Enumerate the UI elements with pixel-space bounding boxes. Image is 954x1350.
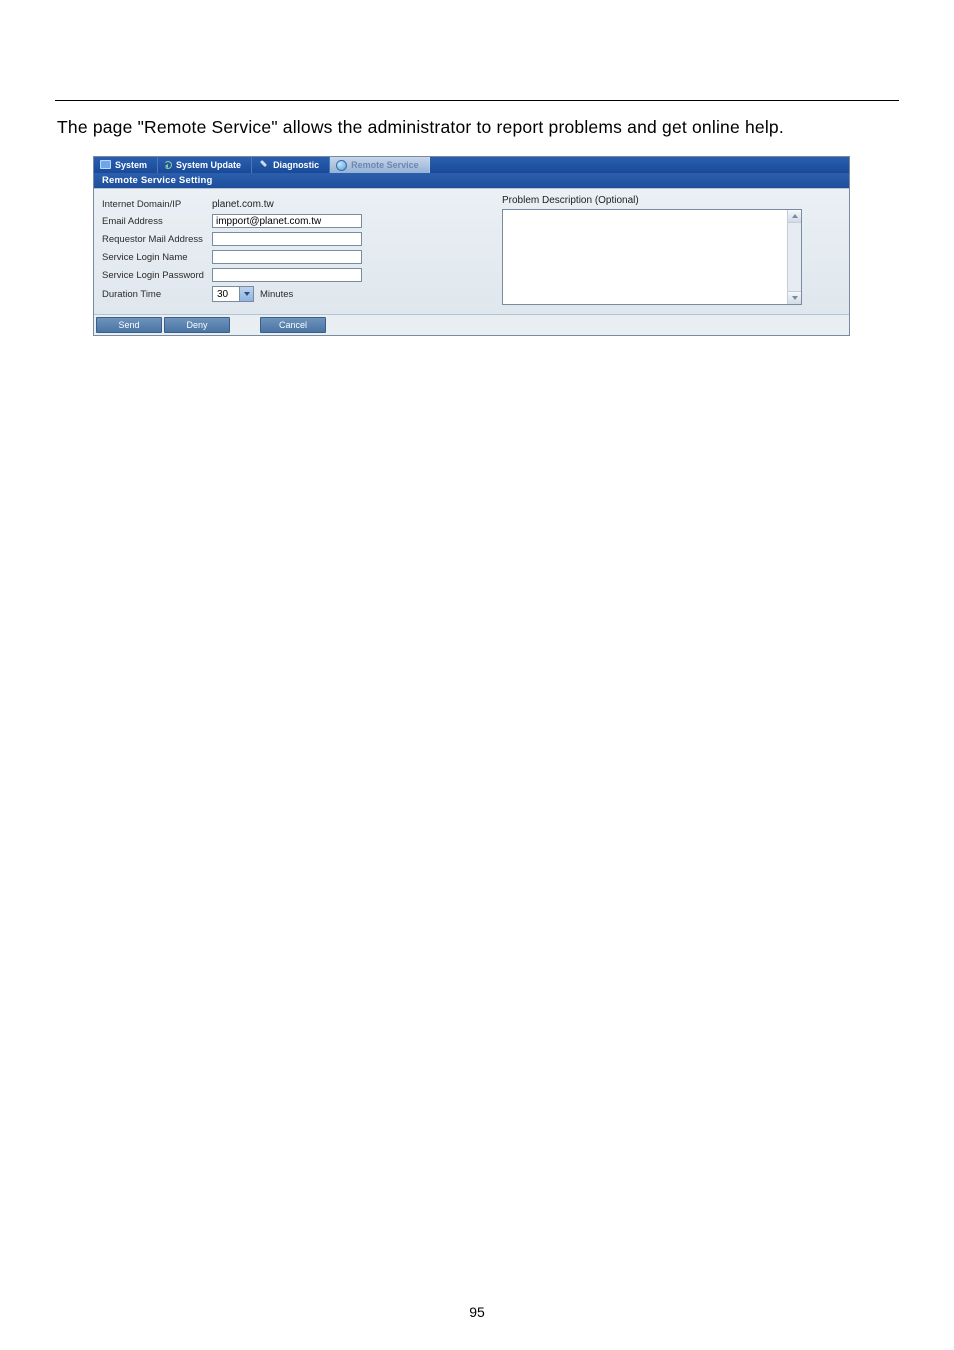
input-requestor-mail[interactable] [212,232,362,246]
page-number: 95 [0,1304,954,1320]
label-internet-domain: Internet Domain/IP [102,199,212,210]
form-right: Problem Description (Optional) [502,195,841,306]
label-email-address: Email Address [102,216,212,227]
tab-label: System Update [176,160,241,170]
button-row: Send Deny Cancel [94,315,849,335]
tab-remote-service[interactable]: Remote Service [330,157,430,173]
intro-paragraph: The page "Remote Service" allows the adm… [57,117,899,138]
row-service-login-password: Service Login Password [102,268,462,282]
label-problem-description: Problem Description (Optional) [502,195,841,206]
row-service-login-name: Service Login Name [102,250,462,264]
form-panel: Internet Domain/IP planet.com.tw Email A… [94,188,849,315]
tab-diagnostic[interactable]: Diagnostic [252,157,330,173]
select-duration-value: 30 [213,287,239,301]
label-duration-unit: Minutes [260,289,293,300]
tab-label: System [115,160,147,170]
textarea-problem-description[interactable] [502,209,802,305]
scrollbar[interactable] [787,210,801,304]
screenshot-panel: System System Update Diagnostic Remote S… [93,156,850,336]
tab-system-update[interactable]: System Update [158,157,252,173]
input-service-login-password[interactable] [212,268,362,282]
tab-label: Diagnostic [273,160,319,170]
label-service-login-name: Service Login Name [102,252,212,263]
select-duration-time[interactable]: 30 [212,286,254,302]
row-duration-time: Duration Time 30 Minutes [102,286,462,302]
refresh-icon [164,161,172,169]
deny-button[interactable]: Deny [164,317,230,333]
input-service-login-name[interactable] [212,250,362,264]
scroll-up-icon[interactable] [788,210,801,223]
globe-icon [336,160,347,171]
label-duration-time: Duration Time [102,289,212,300]
row-requestor-mail: Requestor Mail Address [102,232,462,246]
scroll-down-icon[interactable] [788,291,801,304]
label-service-login-password: Service Login Password [102,270,212,281]
form-left: Internet Domain/IP planet.com.tw Email A… [102,195,462,306]
value-internet-domain: planet.com.tw [212,199,274,210]
section-title: Remote Service Setting [94,173,849,188]
cancel-button[interactable]: Cancel [260,317,326,333]
chevron-down-icon [239,287,253,301]
tab-bar: System System Update Diagnostic Remote S… [94,157,849,173]
wrench-icon [258,160,269,171]
row-internet-domain: Internet Domain/IP planet.com.tw [102,199,462,210]
tab-label: Remote Service [351,160,419,170]
label-requestor-mail: Requestor Mail Address [102,234,212,245]
divider-top [55,100,899,101]
input-email-address[interactable] [212,214,362,228]
tab-system[interactable]: System [94,157,158,173]
monitor-icon [100,160,111,171]
send-button[interactable]: Send [96,317,162,333]
row-email-address: Email Address [102,214,462,228]
